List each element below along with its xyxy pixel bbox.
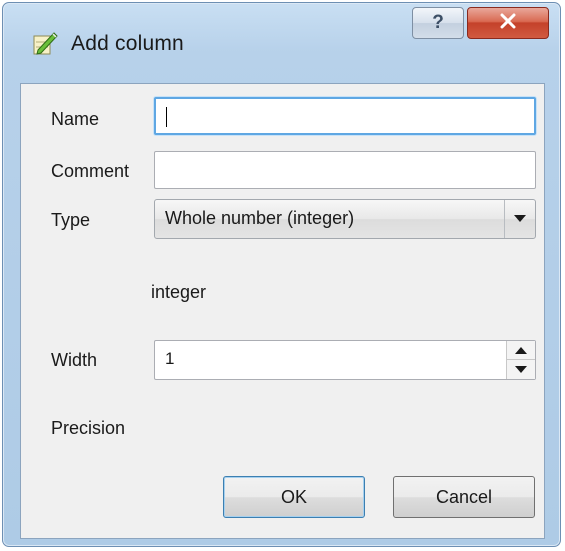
name-label: Name [51,109,100,129]
qgis-field-icon [32,30,60,58]
dialog-title: Add column [71,32,184,55]
increment-icon[interactable] [507,341,535,360]
type-selected-value: Whole number (integer) [165,208,355,228]
type-label: Type [51,210,91,230]
comment-input[interactable] [154,151,536,189]
close-button[interactable] [467,7,549,39]
text-caret [166,107,167,127]
close-icon [499,13,517,34]
width-spinbox[interactable]: 1 [154,340,536,380]
name-input[interactable] [154,97,536,135]
dialog-body: Name Comment Type Whole number (integer)… [20,83,545,539]
help-button[interactable]: ? [412,7,464,39]
width-label: Width [51,350,98,370]
width-value: 1 [165,349,175,368]
comment-label: Comment [51,161,130,181]
cancel-button[interactable]: Cancel [393,476,535,518]
width-stepper [506,341,535,379]
help-icon: ? [432,12,444,33]
title-bar[interactable]: Add column ? [3,3,560,83]
type-select[interactable]: Whole number (integer) [154,199,536,239]
add-column-dialog: Add column ? Name Comment Type Whole num… [2,2,561,547]
ok-button[interactable]: OK [223,476,365,518]
precision-label: Precision [51,418,126,438]
chevron-down-icon[interactable] [504,200,535,238]
decrement-icon[interactable] [507,360,535,379]
type-description: integer [151,282,207,302]
